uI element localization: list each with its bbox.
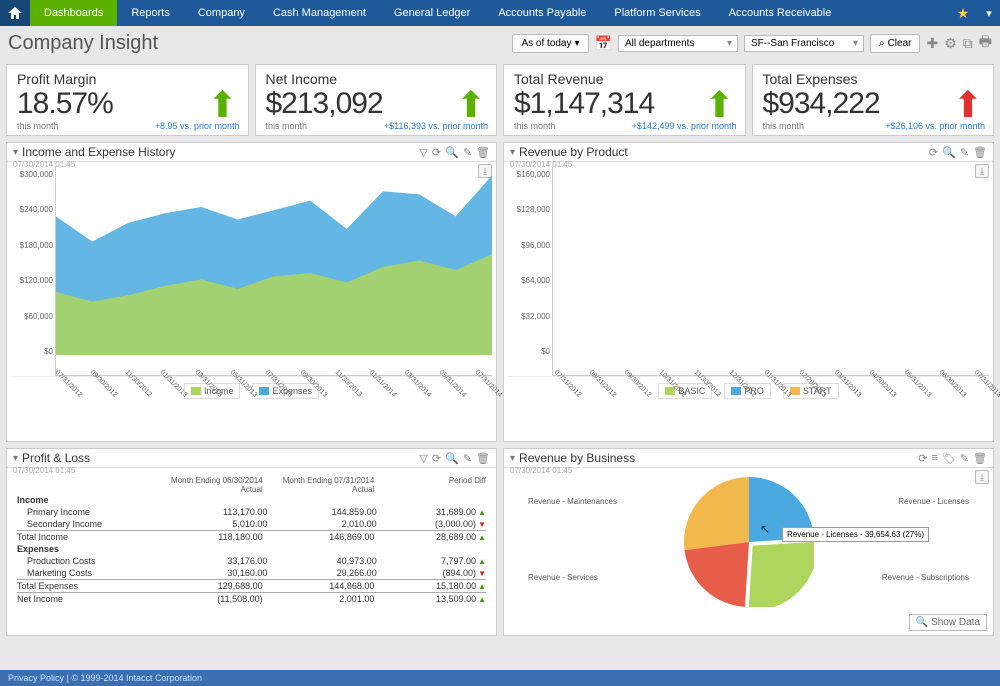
kpi-delta: +8.95 vs. prior month bbox=[155, 121, 240, 131]
kpi-title: Total Revenue bbox=[514, 71, 735, 87]
kpi-value: 18.57% bbox=[17, 87, 238, 121]
pl-row: Marketing Costs30,160.0029,266.00(894.00… bbox=[17, 567, 486, 579]
page-header: Company Insight As of today ▾ 📅 All depa… bbox=[0, 26, 1000, 60]
kpi-delta: +$26,106 vs. prior month bbox=[885, 121, 985, 131]
page-title: Company Insight bbox=[8, 32, 158, 55]
nav-item[interactable]: Platform Services bbox=[600, 0, 714, 26]
location-select[interactable]: SF--San Francisco bbox=[744, 35, 864, 52]
history-chart: $300,000$240,000$180,000$120,000$60,000$… bbox=[11, 166, 492, 376]
nav-item[interactable]: Accounts Receivable bbox=[715, 0, 846, 26]
search-icon: 🔍 bbox=[916, 617, 928, 628]
panel-title: Income and Expense History bbox=[22, 145, 415, 159]
kpi-title: Net Income bbox=[266, 71, 487, 87]
delete-icon[interactable]: 🗑 bbox=[973, 452, 987, 465]
kpi-delta: +$116,393 vs. prior month bbox=[384, 121, 488, 131]
search-icon[interactable]: 🔍 bbox=[942, 146, 956, 159]
refresh-icon[interactable]: ⟳ bbox=[918, 452, 927, 465]
edit-icon[interactable]: ✎ bbox=[463, 452, 472, 465]
trend-arrow-icon: ⬆ bbox=[704, 87, 734, 123]
panel-title: Revenue by Product bbox=[519, 145, 925, 159]
pl-row: Net Income(11,508.00)2,001.0013,509.00▲ bbox=[17, 592, 486, 605]
refresh-icon[interactable]: ⟳ bbox=[929, 146, 938, 159]
nav-item[interactable]: Company bbox=[184, 0, 259, 26]
panel-revenue-by-product: ▾ Revenue by Product 07/30/2014 01:45 ⟳🔍… bbox=[503, 142, 994, 442]
kpi-card: Total Revenue $1,147,314 this month ⬆ +$… bbox=[503, 64, 746, 136]
revprod-chart: $160,000$128,000$96,000$64,000$32,000$0 … bbox=[508, 166, 989, 376]
collapse-icon[interactable]: ▾ bbox=[13, 453, 18, 464]
footer: Privacy Policy | © 1999-2014 Intacct Cor… bbox=[0, 670, 1000, 686]
calendar-icon[interactable]: 📅 bbox=[595, 35, 612, 52]
dropdown-icon[interactable]: ▾ bbox=[978, 0, 1000, 26]
kpi-value: $934,222 bbox=[763, 87, 984, 121]
panel-tools: ▽ ⟳ 🔍 ✎ 🗑 bbox=[419, 146, 490, 159]
kpi-card: Profit Margin 18.57% this month ⬆ +8.95 … bbox=[6, 64, 249, 136]
trend-arrow-icon: ⬆ bbox=[207, 87, 237, 123]
filter-icon: ⌕ bbox=[879, 38, 885, 49]
panel-title: Profit & Loss bbox=[22, 451, 415, 465]
pl-section: Income bbox=[17, 494, 486, 506]
edit-icon[interactable]: ✎ bbox=[463, 146, 472, 159]
copy-icon[interactable]: ⧉ bbox=[963, 35, 973, 52]
kpi-card: Net Income $213,092 this month ⬆ +$116,3… bbox=[255, 64, 498, 136]
trend-arrow-icon: ⬆ bbox=[456, 87, 486, 123]
kpi-row: Profit Margin 18.57% this month ⬆ +8.95 … bbox=[0, 60, 1000, 142]
print-icon[interactable]: 🖶 bbox=[979, 31, 992, 55]
nav-item[interactable]: General Ledger bbox=[380, 0, 484, 26]
kpi-value: $1,147,314 bbox=[514, 87, 735, 121]
filter-icon[interactable]: ▽ bbox=[419, 452, 427, 465]
kpi-title: Total Expenses bbox=[763, 71, 984, 87]
panel-title: Revenue by Business bbox=[519, 451, 914, 465]
show-data-button[interactable]: 🔍Show Data bbox=[909, 614, 987, 631]
refresh-icon[interactable]: ⟳ bbox=[432, 146, 441, 159]
cursor-icon: ↖ bbox=[760, 522, 770, 536]
collapse-icon[interactable]: ▾ bbox=[13, 147, 18, 158]
refresh-icon[interactable]: ⟳ bbox=[432, 452, 441, 465]
favorite-star-icon[interactable]: ★ bbox=[948, 0, 978, 26]
kpi-title: Profit Margin bbox=[17, 71, 238, 87]
pl-section: Expenses bbox=[17, 543, 486, 555]
tag-icon[interactable]: 🏷 bbox=[942, 452, 956, 465]
panel-revenue-by-business: ▾ Revenue by Business 07/30/2014 01:45 ⟳… bbox=[503, 448, 994, 636]
gear-icon[interactable]: ⚙ bbox=[944, 35, 957, 52]
panel-income-expense-history: ▾ Income and Expense History 07/30/2014 … bbox=[6, 142, 497, 442]
kpi-value: $213,092 bbox=[266, 87, 487, 121]
pl-row: Total Expenses129,688.00144,868.0015,180… bbox=[17, 579, 486, 592]
asof-selector[interactable]: As of today ▾ bbox=[512, 34, 588, 53]
department-select[interactable]: All departments bbox=[618, 35, 738, 52]
search-icon[interactable]: 🔍 bbox=[445, 452, 459, 465]
pl-row: Production Costs33,176.0040,973.007,797.… bbox=[17, 555, 486, 567]
pie-tooltip: Revenue - Licenses - 39,654.63 (27%) bbox=[782, 527, 929, 542]
edit-icon[interactable]: ✎ bbox=[960, 452, 969, 465]
top-nav: DashboardsReportsCompanyCash ManagementG… bbox=[0, 0, 1000, 26]
pl-table: Month Ending 06/30/2014 ActualMonth Endi… bbox=[11, 472, 492, 609]
delete-icon[interactable]: 🗑 bbox=[476, 146, 490, 159]
home-icon[interactable] bbox=[0, 0, 30, 26]
delete-icon[interactable]: 🗑 bbox=[973, 146, 987, 159]
pie-label: Revenue - Services bbox=[528, 573, 598, 582]
pie-label: Revenue - Maintenances bbox=[528, 497, 617, 506]
collapse-icon[interactable]: ▾ bbox=[510, 453, 515, 464]
pl-row: Total Income118,180.00146,869.0028,689.0… bbox=[17, 530, 486, 543]
kpi-delta: +$142,499 vs. prior month bbox=[632, 121, 737, 131]
list-icon[interactable]: ≡ bbox=[931, 452, 937, 465]
panel-profit-loss: ▾ Profit & Loss 07/30/2014 01:45 ▽⟳🔍✎🗑 M… bbox=[6, 448, 497, 636]
pie-label: Revenue - Subscriptions bbox=[882, 573, 969, 582]
kpi-card: Total Expenses $934,222 this month ⬆ +$2… bbox=[752, 64, 995, 136]
search-icon[interactable]: 🔍 bbox=[445, 146, 459, 159]
nav-item[interactable]: Cash Management bbox=[259, 0, 380, 26]
collapse-icon[interactable]: ▾ bbox=[510, 147, 515, 158]
clear-filters-button[interactable]: ⌕Clear bbox=[870, 34, 921, 53]
pie-label: Revenue - Licenses bbox=[898, 497, 969, 506]
nav-item[interactable]: Reports bbox=[117, 0, 184, 26]
filter-icon[interactable]: ▽ bbox=[419, 146, 427, 159]
pl-row: Secondary Income5,010.002,010.00(3,000.0… bbox=[17, 518, 486, 530]
edit-icon[interactable]: ✎ bbox=[960, 146, 969, 159]
add-icon[interactable]: ✚ bbox=[926, 35, 938, 52]
nav-item[interactable]: Dashboards bbox=[30, 0, 117, 26]
revbiz-pie: Revenue - Maintenances Revenue - License… bbox=[508, 472, 989, 612]
nav-item[interactable]: Accounts Payable bbox=[484, 0, 600, 26]
pl-row: Primary Income113,170.00144,859.0031,689… bbox=[17, 506, 486, 518]
delete-icon[interactable]: 🗑 bbox=[476, 452, 490, 465]
trend-arrow-icon: ⬆ bbox=[953, 87, 983, 123]
